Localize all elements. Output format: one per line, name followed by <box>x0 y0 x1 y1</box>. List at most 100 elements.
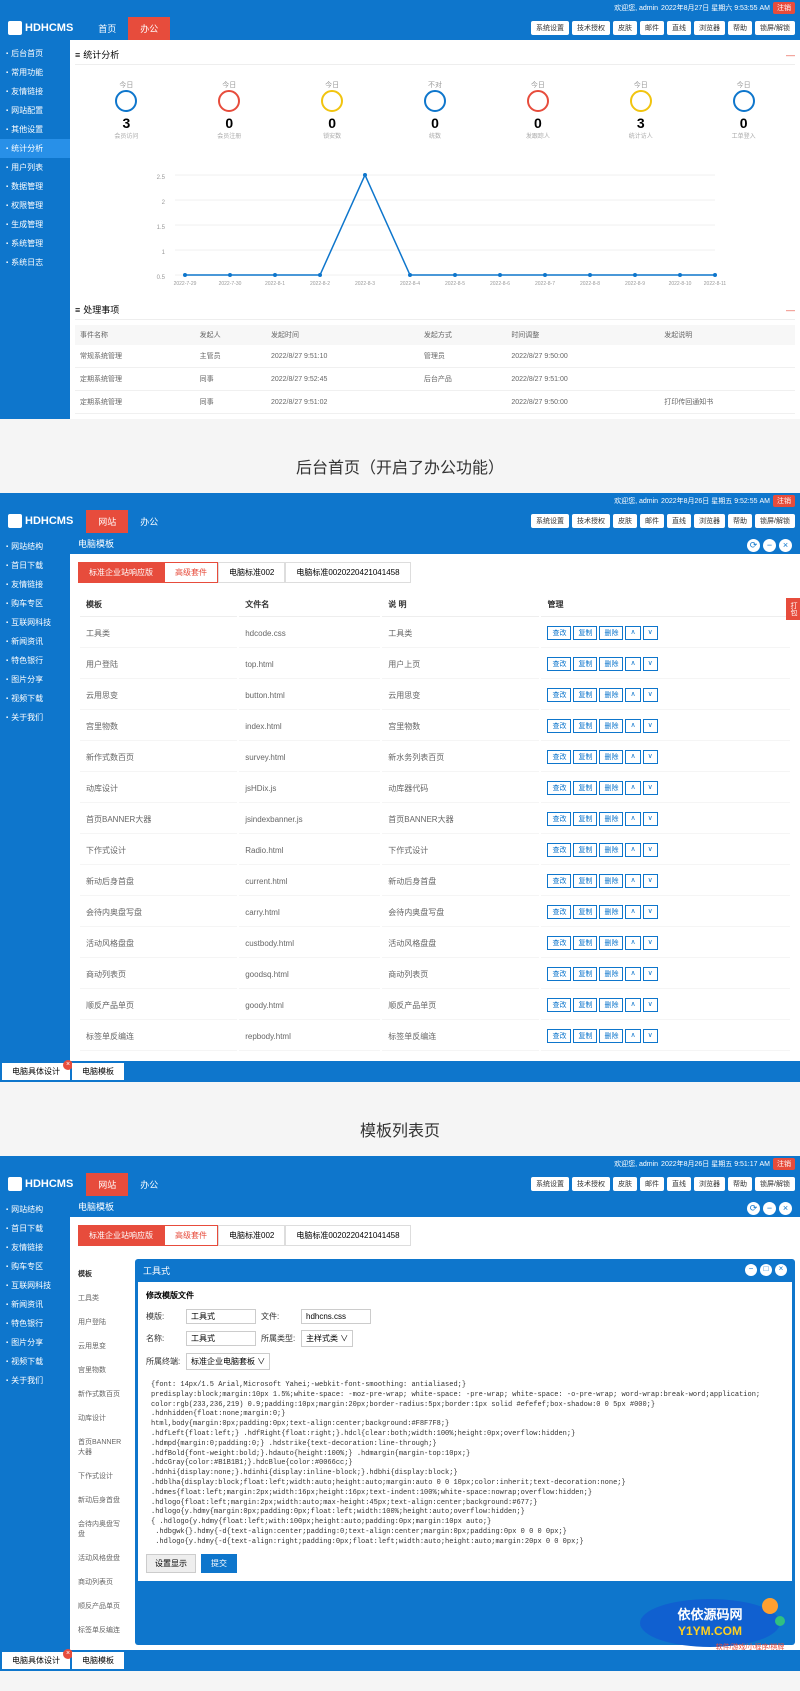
action-btn[interactable]: ∨ <box>643 688 658 702</box>
action-btn[interactable]: ∨ <box>643 843 658 857</box>
action-btn[interactable]: ∨ <box>643 1029 658 1043</box>
sidebar-item[interactable]: 关于我们 <box>0 708 70 727</box>
action-btn[interactable]: 删除 <box>599 750 623 764</box>
action-btn[interactable]: 删除 <box>599 843 623 857</box>
action-btn[interactable]: 复制 <box>573 874 597 888</box>
sidebar-item[interactable]: 后台首页 <box>0 44 70 63</box>
action-btn[interactable]: ∧ <box>625 843 640 857</box>
action-btn[interactable]: 复制 <box>573 750 597 764</box>
tab-office[interactable]: 办公 <box>128 1173 170 1196</box>
action-btn[interactable]: ∨ <box>643 657 658 671</box>
template-input[interactable] <box>186 1309 256 1324</box>
sidebar-item[interactable]: 数据管理 <box>0 177 70 196</box>
tab-web[interactable]: 网站 <box>86 1173 128 1196</box>
logout-button[interactable]: 注销 <box>773 1158 795 1170</box>
action-btn[interactable]: 删除 <box>599 719 623 733</box>
header-btn[interactable]: 邮件 <box>640 1177 664 1191</box>
action-btn[interactable]: 查改 <box>547 626 571 640</box>
action-btn[interactable]: 查改 <box>547 812 571 826</box>
belong-select[interactable]: 标准企业电脑套板 ∨ <box>186 1353 270 1370</box>
header-btn[interactable]: 帮助 <box>728 514 752 528</box>
sidebar-item[interactable]: 关于我们 <box>0 1371 70 1390</box>
sidebar-item[interactable]: 互联网科技 <box>0 613 70 632</box>
template-tab[interactable]: 电脑标准002 <box>218 562 285 583</box>
action-btn[interactable]: 复制 <box>573 657 597 671</box>
header-btn[interactable]: 系统设置 <box>531 514 569 528</box>
sidebar-item[interactable]: 首日下载 <box>0 556 70 575</box>
action-btn[interactable]: ∧ <box>625 936 640 950</box>
refresh-icon[interactable]: ⟳ <box>747 539 760 552</box>
sidebar-item[interactable]: 其他设置 <box>0 120 70 139</box>
action-btn[interactable]: ∧ <box>625 626 640 640</box>
action-btn[interactable]: 查改 <box>547 998 571 1012</box>
tab-home[interactable]: 首页 <box>86 17 128 40</box>
template-tab[interactable]: 标准企业站响应版 <box>78 1225 164 1246</box>
modal-close-icon[interactable]: × <box>775 1264 787 1276</box>
action-btn[interactable]: ∧ <box>625 657 640 671</box>
reset-button[interactable]: 设置显示 <box>146 1554 196 1573</box>
header-btn[interactable]: 技术授权 <box>572 21 610 35</box>
header-btn[interactable]: 系统设置 <box>531 1177 569 1191</box>
sidebar-item[interactable]: 统计分析 <box>0 139 70 158</box>
header-btn[interactable]: 皮肤 <box>613 1177 637 1191</box>
template-tab[interactable]: 高级套件 <box>164 1225 218 1246</box>
modal-minimize-icon[interactable]: − <box>745 1264 757 1276</box>
close-icon[interactable]: × <box>779 539 792 552</box>
action-btn[interactable]: ∨ <box>643 874 658 888</box>
sidebar-item[interactable]: 购车专区 <box>0 594 70 613</box>
action-btn[interactable]: 复制 <box>573 1029 597 1043</box>
action-btn[interactable]: 查改 <box>547 781 571 795</box>
header-btn[interactable]: 浏览器 <box>694 1177 725 1191</box>
sidebar-item[interactable]: 系统日志 <box>0 253 70 272</box>
refresh-icon[interactable]: ⟳ <box>747 1202 760 1215</box>
action-btn[interactable]: 查改 <box>547 719 571 733</box>
header-btn[interactable]: 直线 <box>667 1177 691 1191</box>
action-btn[interactable]: 查改 <box>547 750 571 764</box>
sidebar-item[interactable]: 视频下载 <box>0 689 70 708</box>
header-btn[interactable]: 帮助 <box>728 1177 752 1191</box>
action-btn[interactable]: 复制 <box>573 967 597 981</box>
template-tab[interactable]: 电脑标准0020220421041458 <box>285 562 410 583</box>
action-btn[interactable]: ∧ <box>625 812 640 826</box>
logout-button[interactable]: 注销 <box>773 2 795 14</box>
bottom-tab[interactable]: 电脑模板 <box>72 1652 124 1669</box>
template-tab[interactable]: 高级套件 <box>164 562 218 583</box>
sidebar-item[interactable]: 图片分享 <box>0 670 70 689</box>
header-btn[interactable]: 邮件 <box>640 21 664 35</box>
header-btn[interactable]: 帮助 <box>728 21 752 35</box>
header-btn[interactable]: 皮肤 <box>613 514 637 528</box>
code-editor[interactable]: {font: 14px/1.5 Arial,Microsoft Yahei;-w… <box>146 1376 784 1546</box>
tab-office[interactable]: 办公 <box>128 510 170 533</box>
sidebar-item[interactable]: 特色银行 <box>0 651 70 670</box>
action-btn[interactable]: ∧ <box>625 750 640 764</box>
action-btn[interactable]: 查改 <box>547 967 571 981</box>
header-btn[interactable]: 皮肤 <box>613 21 637 35</box>
action-btn[interactable]: 删除 <box>599 688 623 702</box>
action-btn[interactable]: ∨ <box>643 967 658 981</box>
file-input[interactable] <box>301 1309 371 1324</box>
action-btn[interactable]: 查改 <box>547 1029 571 1043</box>
action-btn[interactable]: 复制 <box>573 781 597 795</box>
action-btn[interactable]: 查改 <box>547 657 571 671</box>
action-btn[interactable]: 复制 <box>573 998 597 1012</box>
sidebar-item[interactable]: 新闻资讯 <box>0 1295 70 1314</box>
action-btn[interactable]: 复制 <box>573 688 597 702</box>
action-btn[interactable]: ∨ <box>643 998 658 1012</box>
header-btn[interactable]: 锁屏/解锁 <box>755 514 795 528</box>
header-btn[interactable]: 技术授权 <box>572 514 610 528</box>
action-btn[interactable]: 删除 <box>599 1029 623 1043</box>
action-btn[interactable]: ∨ <box>643 626 658 640</box>
header-btn[interactable]: 浏览器 <box>694 21 725 35</box>
sidebar-item[interactable]: 网站结构 <box>0 1200 70 1219</box>
action-btn[interactable]: 复制 <box>573 843 597 857</box>
collapse-icon[interactable]: — <box>786 305 795 315</box>
side-action-tab[interactable]: 打包 <box>786 598 800 620</box>
action-btn[interactable]: 查改 <box>547 874 571 888</box>
sidebar-item[interactable]: 网站配置 <box>0 101 70 120</box>
action-btn[interactable]: 复制 <box>573 812 597 826</box>
bottom-tab[interactable]: 电脑具体设计× <box>2 1063 70 1080</box>
header-btn[interactable]: 锁屏/解锁 <box>755 1177 795 1191</box>
template-tab[interactable]: 电脑标准002 <box>218 1225 285 1246</box>
action-btn[interactable]: 删除 <box>599 657 623 671</box>
header-btn[interactable]: 浏览器 <box>694 514 725 528</box>
